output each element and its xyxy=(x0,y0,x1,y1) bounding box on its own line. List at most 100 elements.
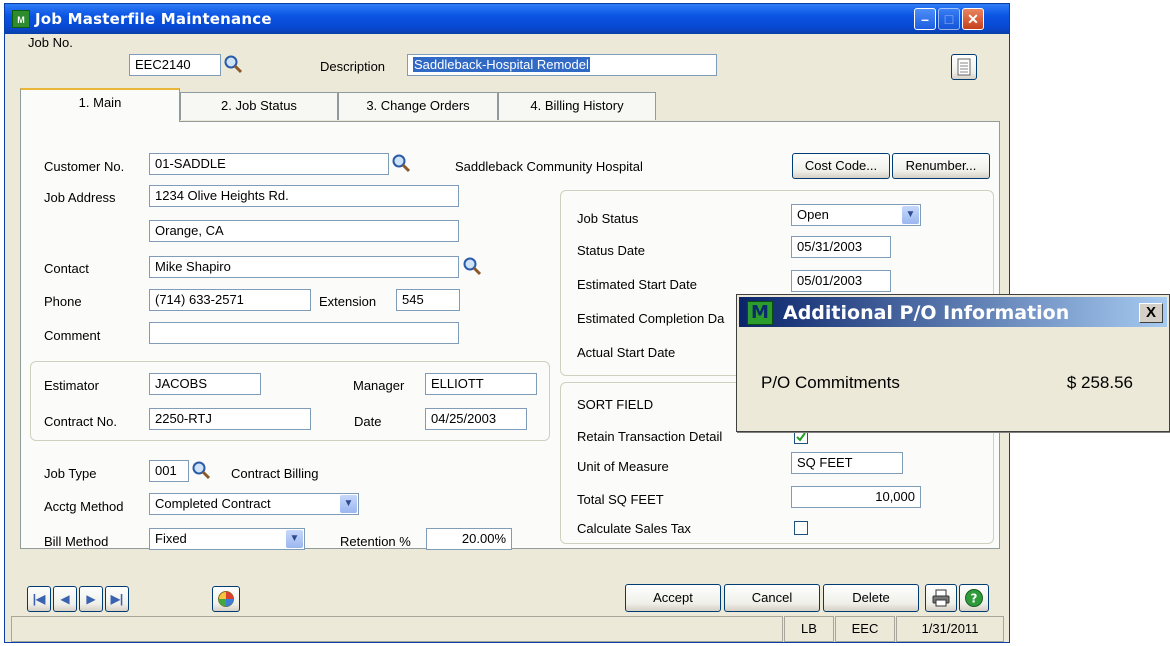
est-start-date-label: Estimated Start Date xyxy=(577,277,697,292)
customer-name: Saddleback Community Hospital xyxy=(455,159,643,174)
tab-job-status[interactable]: 2. Job Status xyxy=(180,92,338,120)
status-date: 1/31/2011 xyxy=(896,616,1004,642)
checkmark-icon xyxy=(796,432,806,442)
close-button[interactable]: ✕ xyxy=(962,8,984,30)
first-record-icon: |◀ xyxy=(32,592,46,606)
cost-code-button[interactable]: Cost Code... xyxy=(792,153,890,179)
popup-close-button[interactable]: X xyxy=(1139,303,1163,323)
tab-billing-history[interactable]: 4. Billing History xyxy=(498,92,656,120)
lookup-wheel-button[interactable] xyxy=(212,586,240,612)
last-record-button[interactable]: ▶| xyxy=(105,586,129,612)
svg-text:?: ? xyxy=(971,592,978,606)
maximize-button[interactable]: □ xyxy=(938,8,960,30)
job-no-label: Job No. xyxy=(28,35,73,50)
notes-icon xyxy=(957,58,971,76)
chevron-down-icon[interactable]: ▼ xyxy=(286,530,303,548)
extension-input[interactable]: 545 xyxy=(396,289,460,311)
total-sq-feet-input[interactable]: 10,000 xyxy=(791,486,921,508)
unit-of-measure-label: Unit of Measure xyxy=(577,459,669,474)
retain-transaction-detail-checkbox[interactable] xyxy=(794,430,808,444)
print-icon xyxy=(932,589,950,607)
job-type-input[interactable]: 001 xyxy=(149,460,189,482)
customer-no-input[interactable]: 01-SADDLE xyxy=(149,153,389,175)
job-status-select[interactable]: Open ▼ xyxy=(791,204,921,226)
search-icon[interactable] xyxy=(191,460,211,480)
minimize-icon: – xyxy=(921,11,929,27)
po-commitments-label: P/O Commitments xyxy=(761,373,900,392)
tab-main[interactable]: 1. Main xyxy=(20,88,180,122)
maximize-icon: □ xyxy=(944,11,954,27)
estimator-label: Estimator xyxy=(44,378,99,393)
manager-label: Manager xyxy=(353,378,405,393)
retention-input[interactable]: 20.00% xyxy=(426,528,512,550)
cancel-button[interactable]: Cancel xyxy=(724,584,820,612)
accept-button[interactable]: Accept xyxy=(625,584,721,612)
job-address-label: Job Address xyxy=(44,190,116,205)
popup-title: Additional P/O Information xyxy=(783,302,1070,324)
last-record-icon: ▶| xyxy=(110,592,124,606)
delete-button[interactable]: Delete xyxy=(823,584,919,612)
print-button[interactable] xyxy=(925,584,957,612)
date-input[interactable]: 04/25/2003 xyxy=(425,408,527,430)
unit-of-measure-input[interactable]: SQ FEET xyxy=(791,452,903,474)
popup-app-icon: M xyxy=(747,301,773,325)
next-record-button[interactable]: ▶ xyxy=(79,586,103,612)
contract-no-label: Contract No. xyxy=(44,414,117,429)
date-label: Date xyxy=(354,414,382,429)
bill-method-select[interactable]: Fixed ▼ xyxy=(149,528,305,550)
app-icon: M xyxy=(12,10,30,28)
popup-title-bar[interactable]: M Additional P/O Information X xyxy=(739,297,1167,327)
help-button[interactable]: ? xyxy=(959,584,989,612)
description-label: Description xyxy=(320,59,386,74)
status-date-label: Status Date xyxy=(577,243,645,258)
contact-label: Contact xyxy=(44,261,89,276)
acctg-method-select[interactable]: Completed Contract ▼ xyxy=(149,493,359,515)
calculate-sales-tax-checkbox[interactable] xyxy=(794,521,808,535)
job-no-input[interactable]: EEC2140 xyxy=(129,54,221,76)
minimize-button[interactable]: – xyxy=(914,8,936,30)
est-completion-date-label: Estimated Completion Da xyxy=(577,311,725,326)
notes-button[interactable] xyxy=(951,54,977,80)
address-line1-input[interactable]: 1234 Olive Heights Rd. xyxy=(149,185,459,207)
phone-label: Phone xyxy=(44,294,82,309)
job-type-label: Job Type xyxy=(44,466,97,481)
description-value: Saddleback-Hospital Remodel xyxy=(413,57,590,72)
additional-po-information-window: M Additional P/O Information X P/O Commi… xyxy=(736,294,1170,432)
actual-start-date-label: Actual Start Date xyxy=(577,345,676,360)
window-title: Job Masterfile Maintenance xyxy=(35,10,272,28)
estimator-input[interactable]: JACOBS xyxy=(149,373,261,395)
tab-change-orders[interactable]: 3. Change Orders xyxy=(338,92,498,120)
comment-input[interactable] xyxy=(149,322,459,344)
total-sq-feet-label: Total SQ FEET xyxy=(577,492,664,507)
est-start-date-input[interactable]: 05/01/2003 xyxy=(791,270,891,292)
search-icon[interactable] xyxy=(223,54,243,74)
chevron-down-icon[interactable]: ▼ xyxy=(902,206,919,224)
customer-no-label: Customer No. xyxy=(44,159,125,174)
search-icon[interactable] xyxy=(391,153,411,173)
sort-field-label: SORT FIELD xyxy=(577,397,654,412)
description-input[interactable]: Saddleback-Hospital Remodel xyxy=(407,54,717,76)
po-commitments-value: $ 258.56 xyxy=(1066,373,1133,392)
previous-record-icon: ◀ xyxy=(60,592,70,606)
status-user: LB xyxy=(784,616,834,642)
status-company: EEC xyxy=(835,616,895,642)
calculate-sales-tax-label: Calculate Sales Tax xyxy=(577,521,691,536)
contact-input[interactable]: Mike Shapiro xyxy=(149,256,459,278)
search-icon[interactable] xyxy=(462,256,482,276)
previous-record-button[interactable]: ◀ xyxy=(53,586,77,612)
phone-input[interactable]: (714) 633-2571 xyxy=(149,289,311,311)
help-icon: ? xyxy=(965,589,983,607)
retain-transaction-detail-label: Retain Transaction Detail xyxy=(577,429,723,444)
retention-label: Retention % xyxy=(340,534,411,549)
chevron-down-icon[interactable]: ▼ xyxy=(340,495,357,513)
bill-method-label: Bill Method xyxy=(44,534,109,549)
job-type-description: Contract Billing xyxy=(231,466,319,481)
renumber-button[interactable]: Renumber... xyxy=(892,153,990,179)
status-date-input[interactable]: 05/31/2003 xyxy=(791,236,891,258)
title-bar[interactable]: M Job Masterfile Maintenance – □ ✕ xyxy=(5,4,1009,34)
first-record-button[interactable]: |◀ xyxy=(27,586,51,612)
next-record-icon: ▶ xyxy=(86,592,96,606)
manager-input[interactable]: ELLIOTT xyxy=(425,373,537,395)
contract-no-input[interactable]: 2250-RTJ xyxy=(149,408,311,430)
address-line2-input[interactable]: Orange, CA xyxy=(149,220,459,242)
